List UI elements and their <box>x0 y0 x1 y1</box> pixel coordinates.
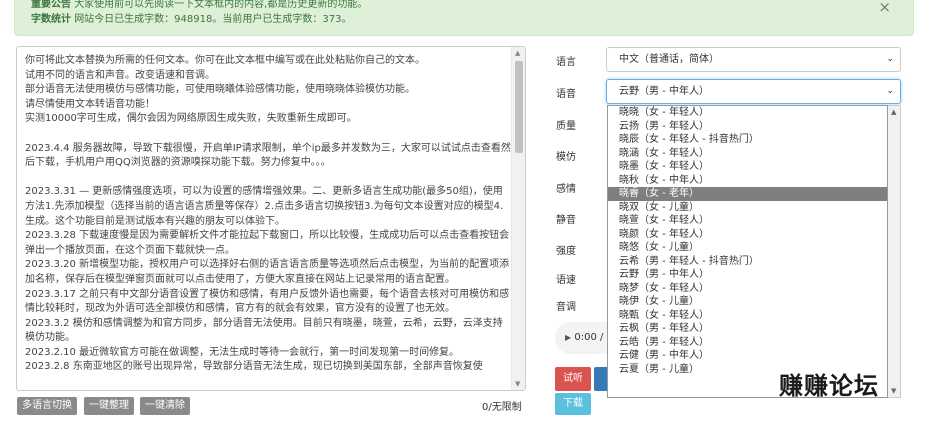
chevron-down-icon: ⌄ <box>886 86 894 96</box>
forum-watermark: 赚赚论坛 <box>779 372 879 400</box>
close-icon[interactable]: × <box>878 0 891 15</box>
mimic-label: 模仿 <box>556 152 576 163</box>
editor-scrollbar[interactable]: ▲ ▼ <box>511 47 525 390</box>
dropdown-scrollbar[interactable]: ▲ ▼ <box>888 105 901 398</box>
multi-language-button[interactable]: 多语言切换 <box>17 397 77 415</box>
voice-option[interactable]: 晓梦（女 - 年轻人） <box>608 282 887 296</box>
language-select[interactable]: 中文（普通话，简体） ⌄ <box>606 47 901 72</box>
notice-text: 大家使用前可以先阅读一下文本框内的内容,都是历史更新的功能。 <box>74 0 368 10</box>
voice-option[interactable]: 晓睿（女 - 老年） <box>608 187 887 201</box>
notice-line-1: 重要公告 大家使用前可以先阅读一下文本框内的内容,都是历史更新的功能。 <box>31 0 367 11</box>
announcement-banner: 重要公告 大家使用前可以先阅读一下文本框内的内容,都是历史更新的功能。 字数统计… <box>14 0 914 36</box>
voice-option[interactable]: 晓萱（女 - 年轻人） <box>608 214 887 228</box>
voice-option[interactable]: 云扬（男 - 年轻人） <box>608 120 887 134</box>
notice-title: 重要公告 <box>31 0 71 10</box>
voice-option[interactable]: 晓秋（女 - 中年人） <box>608 174 887 188</box>
audio-time: 0:00 / <box>574 332 604 343</box>
voice-option[interactable]: 晓双（女 - 儿童） <box>608 201 887 215</box>
voice-option[interactable]: 云希（男 - 年轻人 - 抖音热门） <box>608 255 887 269</box>
voice-select[interactable]: 云野（男 - 中年人） ⌄ <box>606 79 901 104</box>
voice-option[interactable]: 晓悠（女 - 儿童） <box>608 241 887 255</box>
voice-option[interactable]: 晓辰（女 - 年轻人 - 抖音热门） <box>608 133 887 147</box>
editor-content[interactable]: 你可将此文本替换为所需的任何文本。你可在此文本框中编写或在此处粘贴你自己的文本。… <box>25 54 511 375</box>
scroll-up-icon[interactable]: ▲ <box>515 49 520 57</box>
voice-option[interactable]: 云健（男 - 中年人） <box>608 349 887 363</box>
voice-option[interactable]: 晓甄（女 - 年轻人） <box>608 309 887 323</box>
scroll-down-icon[interactable]: ▼ <box>891 387 896 395</box>
voice-option[interactable]: 云皓（男 - 年轻人） <box>608 336 887 350</box>
audio-player[interactable]: ▶ 0:00 / <box>555 322 615 354</box>
play-icon[interactable]: ▶ <box>565 333 571 342</box>
emotion-label: 感情 <box>556 184 576 195</box>
text-editor[interactable]: 你可将此文本替换为所需的任何文本。你可在此文本框中编写或在此处粘贴你自己的文本。… <box>16 46 526 391</box>
speed-label: 语速 <box>556 275 576 286</box>
voice-option[interactable]: 晓晓（女 - 年轻人） <box>608 106 887 120</box>
voice-label: 语音 <box>556 89 576 100</box>
word-count-title: 字数统计 <box>31 14 71 25</box>
language-select-value: 中文（普通话，简体） <box>619 54 719 65</box>
intensity-label: 强度 <box>556 246 576 257</box>
voice-option[interactable]: 晓颜（女 - 年轻人） <box>608 228 887 242</box>
scroll-thumb[interactable] <box>515 61 523 153</box>
voice-option[interactable]: 晓墨（女 - 年轻人） <box>608 160 887 174</box>
listen-button[interactable]: 试听 <box>555 367 591 391</box>
tidy-button[interactable]: 一键整理 <box>84 397 134 415</box>
voice-option[interactable]: 晓伊（女 - 儿童） <box>608 295 887 309</box>
voice-dropdown-list[interactable]: 晓晓（女 - 年轻人） 云扬（男 - 年轻人） 晓辰（女 - 年轻人 - 抖音热门）… <box>607 105 888 398</box>
chevron-down-icon: ⌄ <box>886 54 894 64</box>
language-label: 语言 <box>556 57 576 68</box>
voice-option[interactable]: 晓涵（女 - 年轻人） <box>608 147 887 161</box>
voice-option[interactable]: 云野（男 - 中年人） <box>608 268 887 282</box>
voice-select-value: 云野（男 - 中年人） <box>619 86 709 97</box>
notice-line-2: 字数统计 网站今日已生成字数：948918。当前用户已生成字数：373。 <box>31 13 351 26</box>
clear-button[interactable]: 一键清除 <box>140 397 190 415</box>
generate-button[interactable] <box>594 367 608 391</box>
scroll-up-icon[interactable]: ▲ <box>891 108 896 116</box>
word-count-text: 网站今日已生成字数：948918。当前用户已生成字数：373。 <box>74 14 352 25</box>
voice-option[interactable]: 云枫（男 - 年轻人） <box>608 322 887 336</box>
quality-label: 质量 <box>556 121 576 132</box>
download-button[interactable]: 下载 <box>555 393 591 415</box>
char-counter: 0/无限制 <box>482 402 522 413</box>
pitch-label: 音调 <box>556 302 576 313</box>
scroll-down-icon[interactable]: ▼ <box>515 380 520 388</box>
silence-label: 静音 <box>556 215 576 226</box>
